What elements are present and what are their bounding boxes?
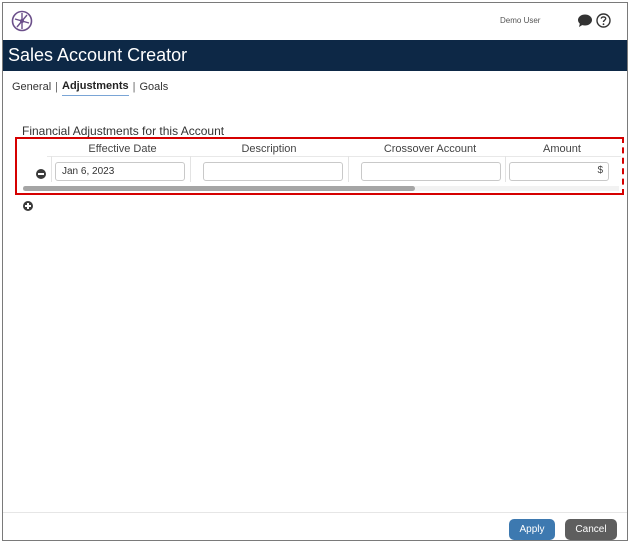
- top-bar: Demo User: [3, 3, 627, 39]
- tab-separator: |: [132, 80, 136, 93]
- tab-general[interactable]: General: [12, 81, 51, 96]
- remove-row-button[interactable]: [36, 169, 46, 179]
- column-header-effective-date[interactable]: Effective Date: [65, 143, 180, 155]
- column-divider: [505, 156, 506, 182]
- effective-date-input[interactable]: [55, 162, 185, 181]
- speech-bubble-icon[interactable]: [577, 14, 593, 28]
- amount-input[interactable]: [509, 162, 609, 181]
- tab-goals[interactable]: Goals: [139, 81, 168, 96]
- adjustments-grid-highlight: Effective Date Description Crossover Acc…: [15, 137, 624, 195]
- amount-field: $: [509, 162, 609, 181]
- page-title: Sales Account Creator: [3, 40, 627, 71]
- description-input[interactable]: [203, 162, 343, 181]
- adjustments-grid: Effective Date Description Crossover Acc…: [17, 139, 621, 193]
- scrollbar-thumb[interactable]: [23, 186, 415, 191]
- column-header-crossover-account[interactable]: Crossover Account: [361, 143, 499, 155]
- app-window: Demo User Sales Account Creator General …: [2, 2, 628, 541]
- column-divider: [348, 156, 349, 182]
- tab-adjustments[interactable]: Adjustments: [62, 80, 129, 96]
- column-header-description[interactable]: Description: [205, 143, 333, 155]
- column-divider: [51, 156, 52, 182]
- column-divider: [190, 156, 191, 182]
- cancel-button[interactable]: Cancel: [565, 519, 617, 540]
- grid-overflow-indicator: [620, 137, 624, 195]
- question-circle-icon[interactable]: [596, 13, 611, 28]
- horizontal-scrollbar[interactable]: [23, 186, 619, 191]
- footer-divider: [3, 512, 627, 513]
- apply-button[interactable]: Apply: [509, 519, 555, 540]
- header-divider: [47, 156, 621, 157]
- column-header-amount[interactable]: Amount: [527, 143, 597, 155]
- tab-separator: |: [55, 80, 58, 93]
- section-title: Financial Adjustments for this Account: [22, 124, 225, 138]
- compass-logo-icon[interactable]: [11, 10, 33, 32]
- user-name[interactable]: Demo User: [500, 16, 540, 25]
- add-row-button[interactable]: [23, 201, 33, 211]
- tab-bar: General | Adjustments | Goals: [12, 80, 168, 96]
- crossover-account-input[interactable]: [361, 162, 501, 181]
